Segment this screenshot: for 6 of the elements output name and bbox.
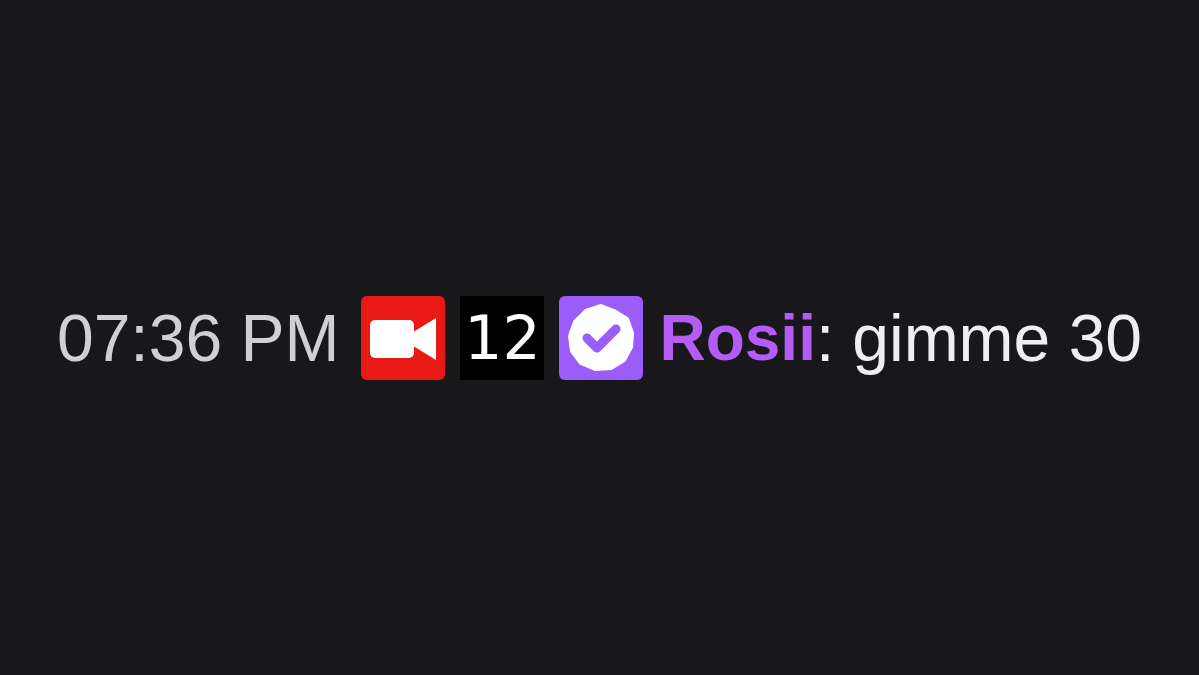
timestamp: 07:36 PM [56, 304, 340, 371]
colon-separator: : [815, 304, 835, 371]
video-camera-icon [361, 295, 446, 380]
username[interactable]: Rosii [659, 305, 816, 370]
number-badge: 12 [460, 295, 545, 380]
verified-check-icon [559, 295, 644, 380]
